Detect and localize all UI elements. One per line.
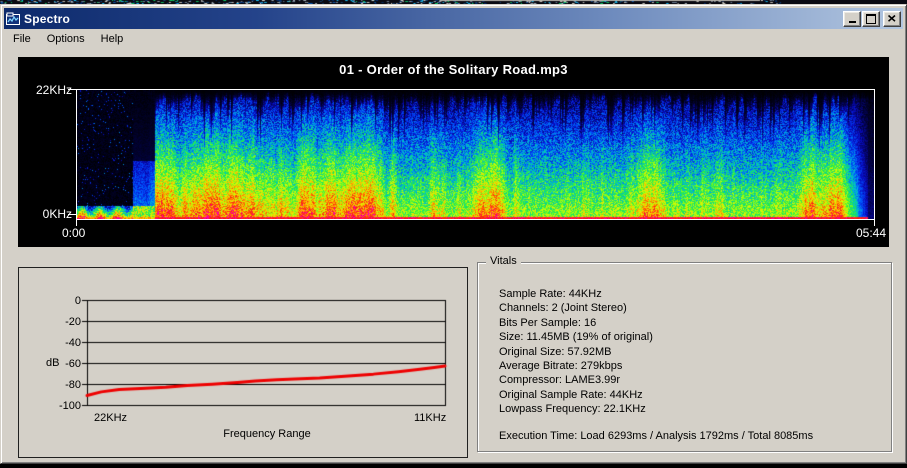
freq-axis-bottom-tick [68,214,76,215]
freq-axis-bottom-label: 0KHz [18,207,72,221]
db-tick-label: -80 [49,379,81,391]
spectrogram-canvas [77,90,874,219]
x-tick-right-label: 11KHz [414,412,446,424]
y-axis-title: dB [46,357,59,369]
vital-sample-rate: Sample Rate: 44KHz [499,287,653,301]
vital-compressor: Compressor: LAME3.99r [499,373,653,387]
freq-axis-top-label: 22KHz [18,83,72,97]
time-start-label: 0:00 [62,226,85,240]
maximize-button[interactable] [862,11,880,27]
vital-average-bitrate: Average Bitrate: 279kbps [499,359,653,373]
spectrogram-panel: 01 - Order of the Solitary Road.mp3 22KH… [18,57,889,247]
vital-original-sample-rate: Original Sample Rate: 44KHz [499,388,653,402]
minimize-icon [849,21,856,23]
frequency-response-panel: 0-20-40-60-80-100 dB 22KHz 11KHz Frequen… [18,267,468,458]
maximize-icon [866,14,876,24]
minimize-button[interactable] [843,11,861,27]
db-tick-label: 0 [49,295,81,307]
track-title: 01 - Order of the Solitary Road.mp3 [18,62,889,77]
vitals-groupbox: Vitals Sample Rate: 44KHz Channels: 2 (J… [477,262,892,452]
time-end-label: 05:44 [856,226,886,240]
menu-options[interactable]: Options [39,31,93,48]
close-icon [888,15,896,22]
menu-file[interactable]: File [5,31,39,48]
freq-axis-top-tick [68,89,76,90]
execution-time: Execution Time: Load 6293ms / Analysis 1… [499,430,813,442]
db-tick-label: -40 [49,337,81,349]
vital-channels: Channels: 2 (Joint Stereo) [499,301,653,315]
desktop: { "window": { "title": "Spectro", "minim… [0,0,907,468]
x-axis-title: Frequency Range [88,428,446,440]
vital-original-size: Original Size: 57.92MB [499,345,653,359]
menu-bar: File Options Help [5,30,902,49]
vitals-legend: Vitals [486,255,521,267]
close-button[interactable] [883,11,901,27]
x-tick-left-label: 22KHz [94,412,127,424]
vital-size: Size: 11.45MB (19% of original) [499,330,653,344]
app-icon [6,12,20,26]
db-tick-label: -100 [49,400,81,412]
title-bar[interactable]: Spectro [4,8,903,29]
menu-help[interactable]: Help [93,31,132,48]
window-controls [842,11,901,27]
vital-lowpass-frequency: Lowpass Frequency: 22.1KHz [499,402,653,416]
vital-bits-per-sample: Bits Per Sample: 16 [499,316,653,330]
window-title: Spectro [24,12,70,26]
vitals-lines: Sample Rate: 44KHz Channels: 2 (Joint St… [499,287,653,417]
db-tick-label: -20 [49,316,81,328]
